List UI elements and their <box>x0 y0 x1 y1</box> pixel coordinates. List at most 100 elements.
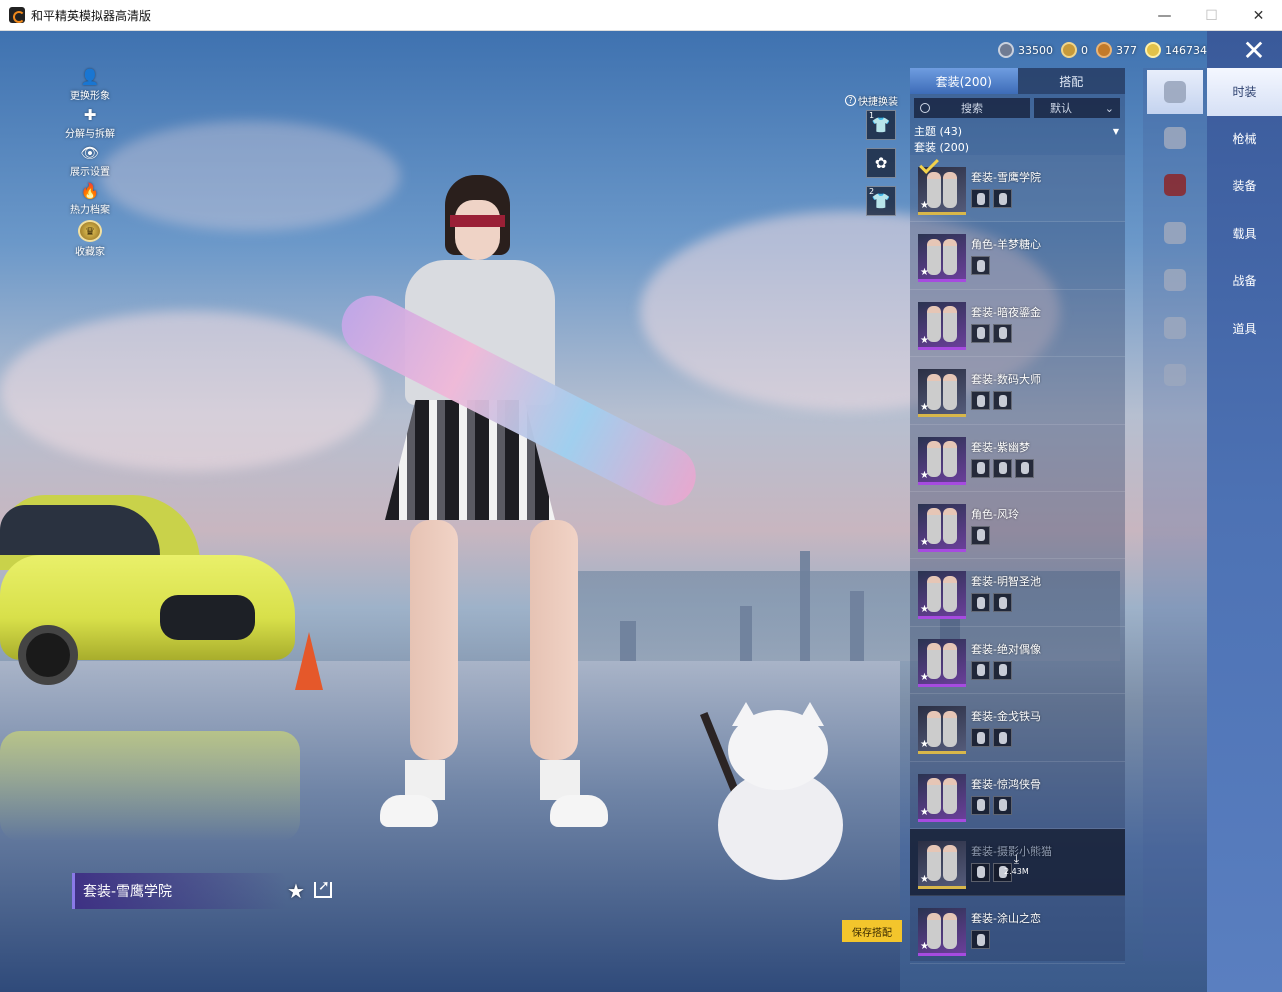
outfit-list-item[interactable]: ★ 套装-暗夜鎏金 <box>910 290 1125 358</box>
tab-vehicles[interactable]: 载具 <box>1207 210 1282 258</box>
outfit-list-item[interactable]: ★ 套装-惊鸿侠骨 <box>910 762 1125 829</box>
outfit-part-icon[interactable] <box>971 391 990 411</box>
outfit-list-item[interactable]: ★ 套装-绝对偶像 <box>910 627 1125 695</box>
outfit-thumbnail: ★ <box>918 154 966 215</box>
outfit-part-icon[interactable] <box>993 458 1012 478</box>
filter-label: 主题 (43) <box>914 125 963 138</box>
outfit-part-icon[interactable] <box>971 458 990 478</box>
currency-item[interactable]: 0 <box>1061 42 1088 58</box>
outfit-list-panel: 套装(200) 搭配 搜索 默认 ⌄ 主题 (43) ▼ 套装 (200) ★ 套… <box>910 68 1125 964</box>
download-indicator[interactable]: ⤓ 2.43M <box>1004 852 1029 876</box>
player-character[interactable] <box>360 175 620 875</box>
currency-item[interactable]: 33500 <box>998 42 1053 58</box>
sort-dropdown[interactable]: 默认 ⌄ <box>1034 98 1120 118</box>
decompose-button[interactable]: ✚ 分解与拆解 <box>58 106 122 144</box>
category-button[interactable] <box>1143 209 1207 257</box>
category-column <box>1143 68 1207 961</box>
quick-slot-2[interactable]: 2 👕 <box>866 186 896 216</box>
star-icon: ★ <box>920 469 929 481</box>
outfit-part-icon[interactable] <box>971 862 990 882</box>
outfit-name: 套装-雪鹰学院 <box>971 171 1041 184</box>
outfit-part-icon[interactable] <box>993 391 1012 411</box>
outfit-part-icon[interactable] <box>993 189 1012 208</box>
outfit-thumbnail: ★ <box>918 369 966 418</box>
outfit-part-icon[interactable] <box>993 660 1012 680</box>
star-icon: ★ <box>920 200 929 211</box>
outfit-part-icon[interactable] <box>971 323 990 343</box>
category-button[interactable] <box>1143 162 1207 210</box>
outfit-part-icon[interactable] <box>971 593 990 613</box>
tab-weapons[interactable]: 枪械 <box>1207 115 1282 163</box>
outfit-name: 套装-暗夜鎏金 <box>971 305 1041 319</box>
puzzle-icon: ✚ <box>83 106 97 124</box>
outfit-list-item[interactable]: ★ 角色-风玲 <box>910 492 1125 560</box>
outfit-name: 套装-惊鸿侠骨 <box>971 777 1041 791</box>
quick-change-label[interactable]: ? 快捷换装 <box>845 93 898 108</box>
outfit-thumbnail: ★ <box>918 301 966 350</box>
outfit-part-icon[interactable] <box>993 795 1012 815</box>
minimize-button[interactable]: — <box>1141 0 1188 31</box>
tab-outfits[interactable]: 套装(200) <box>910 68 1018 94</box>
outfit-part-icon[interactable] <box>971 930 990 950</box>
search-input[interactable]: 搜索 <box>914 98 1030 118</box>
outfit-part-icon[interactable] <box>971 795 990 815</box>
outfit-thumbnail: ★ <box>918 234 966 283</box>
right-tab-bar: 时装 枪械 装备 载具 战备 道具 <box>1207 31 1282 992</box>
outfit-parts <box>971 728 1015 748</box>
category-button[interactable] <box>1143 257 1207 305</box>
outfit-part-icon[interactable] <box>993 593 1012 613</box>
left-menu: 👤 更换形象 ✚ 分解与拆解 👁 展示设置 🔥 热力档案 ♛ 收藏家 <box>58 68 122 258</box>
eye-icon: 👁 <box>80 144 100 162</box>
heat-archive-button[interactable]: 🔥 热力档案 <box>58 182 122 220</box>
outfit-list-item[interactable]: ★ 套装-明智圣池 <box>910 559 1125 627</box>
search-placeholder: 搜索 <box>961 102 983 115</box>
outfit-part-icon[interactable] <box>1015 458 1034 478</box>
outfit-list-item[interactable]: ★ 套装-涂山之恋 <box>910 896 1125 964</box>
tab-equipment[interactable]: 装备 <box>1207 162 1282 210</box>
display-settings-button[interactable]: 👁 展示设置 <box>58 144 122 182</box>
currency-item[interactable]: 146734 <box>1145 42 1207 58</box>
change-appearance-button[interactable]: 👤 更换形象 <box>58 68 122 106</box>
quick-slot-1[interactable]: 1 👕 <box>866 110 896 140</box>
slot-number: 2 <box>869 187 875 196</box>
slot-number: 1 <box>869 111 875 120</box>
tab-items[interactable]: 道具 <box>1207 305 1282 353</box>
close-icon[interactable]: ✕ <box>1238 34 1270 67</box>
category-button[interactable] <box>1143 114 1207 162</box>
currency-value: 33500 <box>1018 43 1053 57</box>
category-button[interactable] <box>1143 304 1207 352</box>
outfit-list-item[interactable]: ★ 套装-紫幽梦 <box>910 425 1125 492</box>
save-outfit-button[interactable]: 保存搭配 <box>842 920 902 942</box>
quick-slot-current[interactable]: ✿ <box>866 148 896 178</box>
shirt-icon: 👕 <box>871 116 891 134</box>
outfit-part-icon[interactable] <box>971 525 990 545</box>
outfit-part-icon[interactable] <box>971 189 990 208</box>
outfit-list-item[interactable]: ★ 套装-金戈铁马 <box>910 694 1125 762</box>
outfit-list-item[interactable]: ★ 角色-羊梦糖心 <box>910 222 1125 290</box>
maximize-button[interactable]: ☐ <box>1188 0 1235 31</box>
category-button[interactable] <box>1147 70 1203 114</box>
outfit-part-icon[interactable] <box>993 728 1012 748</box>
outfit-list-item[interactable]: ★ 套装-雪鹰学院 <box>910 154 1125 223</box>
currency-item[interactable]: 377 <box>1096 42 1137 58</box>
outfit-part-icon[interactable] <box>993 323 1012 343</box>
tab-supplies[interactable]: 战备 <box>1207 257 1282 305</box>
outfit-part-icon[interactable] <box>971 728 990 748</box>
download-icon: ⤓ <box>1013 852 1020 866</box>
collector-button[interactable]: ♛ 收藏家 <box>58 220 122 258</box>
shoes-icon <box>1164 364 1186 387</box>
outfit-part-icon[interactable] <box>971 660 990 680</box>
tab-combos[interactable]: 搭配 <box>1017 68 1125 94</box>
currency-value: 0 <box>1081 43 1088 57</box>
outfit-list-item[interactable]: ★ 套装-数码大师 <box>910 357 1125 425</box>
outfit-name: 角色-羊梦糖心 <box>971 238 1041 252</box>
outfit-parts <box>971 323 1015 343</box>
favorite-star-icon[interactable]: ★ <box>287 879 305 903</box>
outfit-thumbnail: ★ <box>918 638 966 687</box>
theme-filter[interactable]: 主题 (43) ▼ <box>910 123 1125 139</box>
tab-fashion[interactable]: 时装 <box>1207 68 1282 116</box>
outfit-part-icon[interactable] <box>971 256 990 276</box>
window-title: 和平精英模拟器高清版 <box>31 8 152 23</box>
category-button[interactable] <box>1143 352 1207 400</box>
window-close-button[interactable]: ✕ <box>1235 0 1282 31</box>
